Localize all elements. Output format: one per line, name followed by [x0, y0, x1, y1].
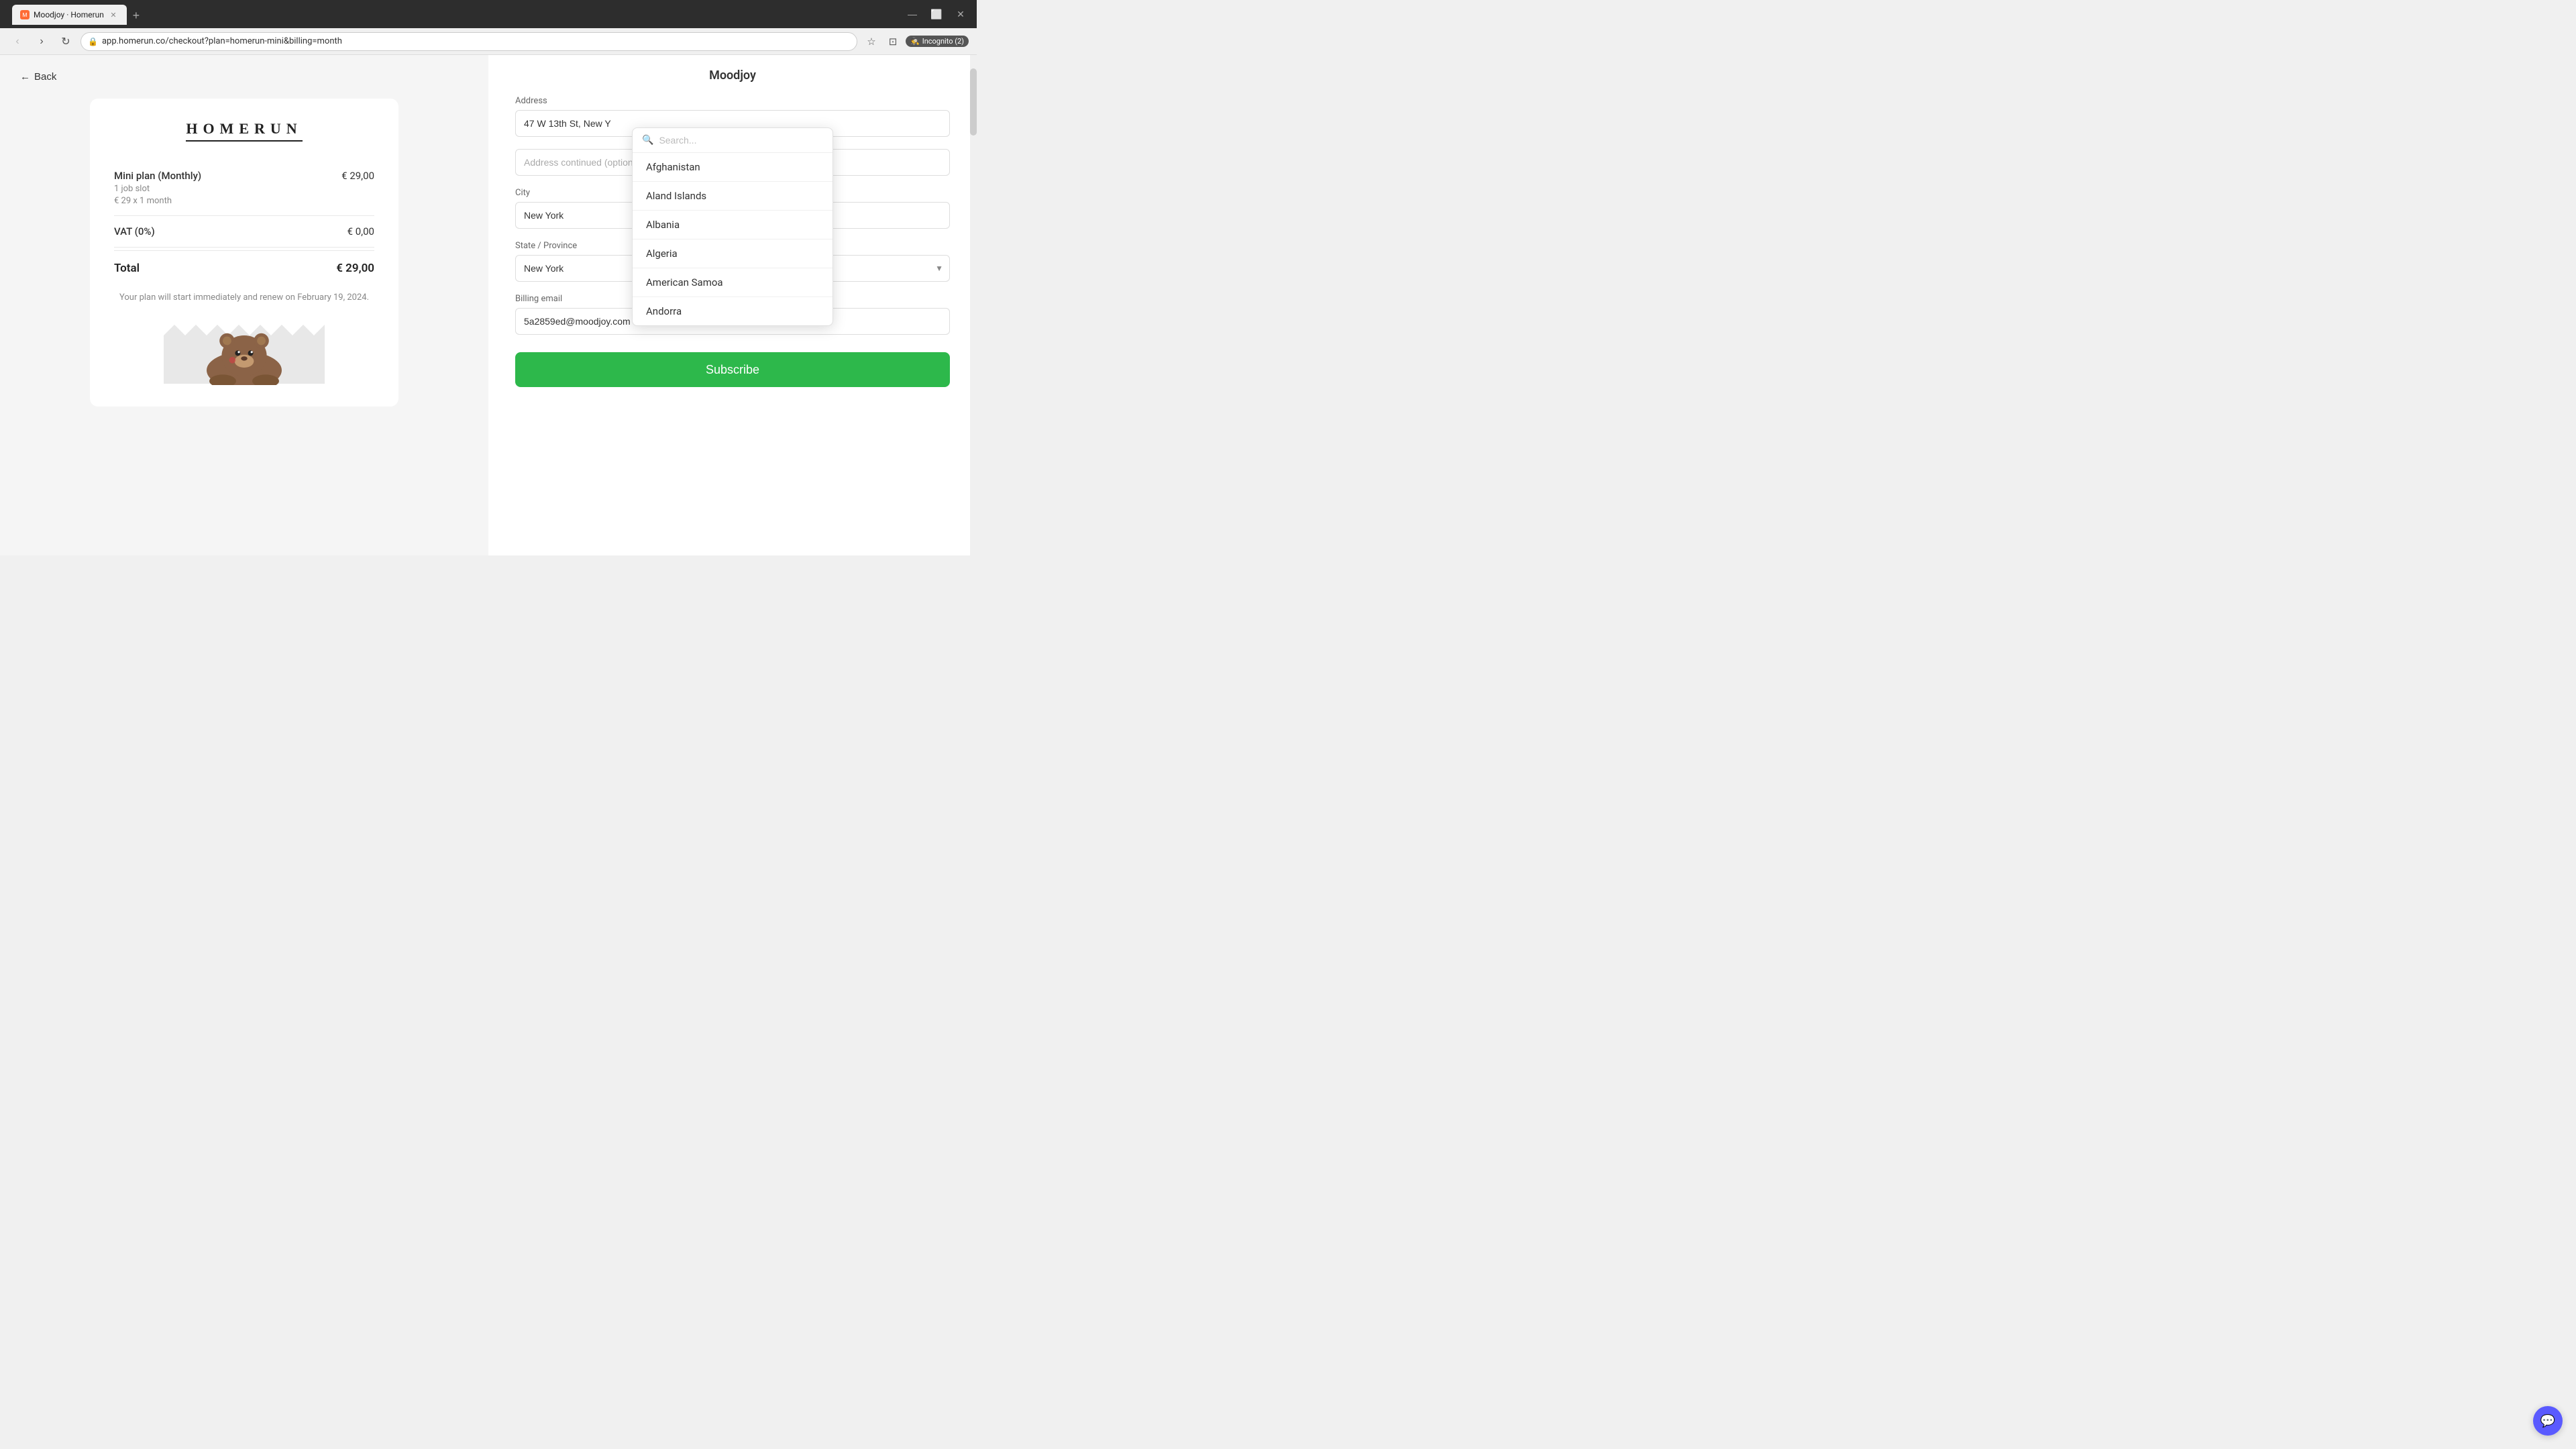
back-arrow-icon: ← [20, 71, 30, 83]
dropdown-item[interactable]: Afghanistan [633, 153, 833, 182]
main-content: ← Back HOMERUN Mini plan (Monthly) 1 job… [0, 55, 977, 555]
url-text: app.homerun.co/checkout?plan=homerun-min… [102, 36, 850, 46]
dropdown-item[interactable]: Albania [633, 211, 833, 239]
new-tab-button[interactable]: + [127, 6, 146, 25]
dropdown-item[interactable]: Algeria [633, 239, 833, 268]
left-panel: ← Back HOMERUN Mini plan (Monthly) 1 job… [0, 55, 488, 555]
right-panel: Moodjoy Address City State / Province Se… [488, 55, 977, 555]
address-bar-row: ‹ › ↻ 🔒 app.homerun.co/checkout?plan=hom… [0, 28, 977, 55]
country-dropdown: 🔍 AfghanistanAland IslandsAlbaniaAlgeria… [632, 127, 833, 326]
homerun-logo: HOMERUN [114, 120, 374, 142]
sidebar-toggle-button[interactable]: ⊡ [884, 33, 902, 50]
window-controls: — ⬜ ✕ [903, 5, 970, 23]
plan-calc: € 29 x 1 month [114, 196, 201, 206]
active-tab[interactable]: M Moodjoy · Homerun ✕ [12, 5, 127, 25]
bear-illustration [114, 318, 374, 385]
search-icon: 🔍 [642, 135, 653, 146]
incognito-label: Incognito (2) [922, 37, 964, 46]
dropdown-search-row: 🔍 [633, 128, 833, 153]
total-label: Total [114, 262, 140, 275]
tab-bar: M Moodjoy · Homerun ✕ + [12, 3, 146, 25]
maximize-button[interactable]: ⬜ [927, 5, 946, 23]
close-window-button[interactable]: ✕ [951, 5, 970, 23]
plan-slots: 1 job slot [114, 184, 201, 194]
incognito-icon: 🕵 [910, 37, 920, 46]
order-card: HOMERUN Mini plan (Monthly) 1 job slot €… [90, 99, 398, 407]
browser-chrome: M Moodjoy · Homerun ✕ + — ⬜ ✕ [0, 0, 977, 28]
vat-label: VAT (0%) [114, 225, 155, 237]
renewal-text: Your plan will start immediately and ren… [114, 291, 374, 305]
dropdown-list: AfghanistanAland IslandsAlbaniaAlgeriaAm… [633, 153, 833, 325]
plan-label: Mini plan (Monthly) [114, 170, 201, 182]
vat-price: € 0,00 [347, 225, 374, 237]
back-button-label: Back [34, 71, 56, 83]
forward-nav-button[interactable]: › [32, 32, 51, 51]
browser-actions: ☆ ⊡ 🕵 Incognito (2) [863, 33, 969, 50]
chat-button[interactable]: 💬 [2533, 1406, 2563, 1436]
dropdown-item[interactable]: Aland Islands [633, 182, 833, 211]
homerun-logo-text: HOMERUN [186, 120, 302, 142]
dropdown-item[interactable]: Andorra [633, 297, 833, 325]
incognito-badge[interactable]: 🕵 Incognito (2) [906, 36, 969, 47]
company-name: Moodjoy [515, 68, 950, 83]
minimize-button[interactable]: — [903, 5, 922, 23]
total-price: € 29,00 [336, 262, 374, 275]
dropdown-search-input[interactable] [659, 135, 823, 146]
vat-line: VAT (0%) € 0,00 [114, 216, 374, 248]
back-nav-button[interactable]: ‹ [8, 32, 27, 51]
panel-scrollbar [970, 55, 977, 555]
chat-icon: 💬 [2540, 1414, 2555, 1428]
bear-svg [164, 318, 325, 385]
bookmark-button[interactable]: ☆ [863, 33, 880, 50]
dropdown-item[interactable]: American Samoa [633, 268, 833, 297]
secure-icon: 🔒 [88, 37, 98, 46]
panel-scrollbar-thumb [970, 68, 977, 136]
reload-button[interactable]: ↻ [56, 32, 75, 51]
tab-favicon: M [20, 10, 30, 19]
total-line: Total € 29,00 [114, 250, 374, 275]
tab-close-button[interactable]: ✕ [108, 9, 119, 20]
address-label: Address [515, 96, 950, 106]
plan-price: € 29,00 [341, 170, 374, 182]
plan-line: Mini plan (Monthly) 1 job slot € 29 x 1 … [114, 160, 374, 216]
back-button[interactable]: ← Back [20, 68, 468, 85]
address-bar[interactable]: 🔒 app.homerun.co/checkout?plan=homerun-m… [80, 32, 857, 51]
tab-title: Moodjoy · Homerun [34, 10, 104, 19]
subscribe-button[interactable]: Subscribe [515, 352, 950, 387]
